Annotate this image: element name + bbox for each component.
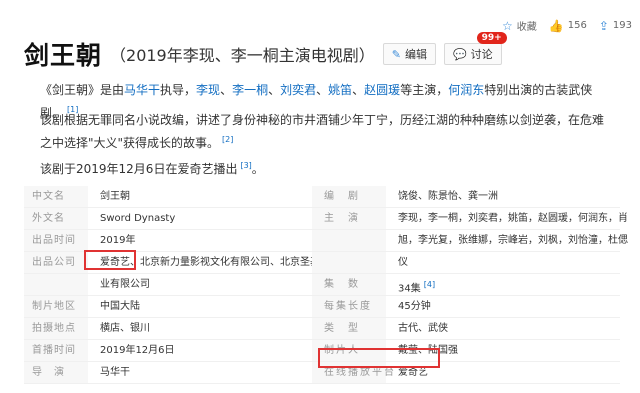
summary-text: 该剧于2019年12月6日在爱奇艺播出: [40, 162, 238, 176]
info-value: 马华干: [100, 367, 130, 378]
info-key: [312, 230, 386, 251]
info-key: 类 型: [312, 318, 386, 339]
discuss-label: 讨论: [470, 48, 493, 61]
info-value: 仪: [398, 257, 408, 268]
info-row: 出品时间 2019年 旭，李光复，张维娜，宗峰岩，刘枫，刘怡潼，杜偲: [24, 230, 628, 252]
info-row: 业有限公司 集 数 34集 [4]: [24, 274, 620, 296]
summary-text: 该剧根据无罪同名小说改编，讲述了身份神秘的市井酒铺少年丁宁，历经江湖的种种磨练以…: [40, 113, 605, 150]
share-button[interactable]: ⇪ 193: [599, 19, 632, 33]
page-title: 剑王朝: [24, 41, 103, 70]
summary-text: 执导，: [160, 83, 197, 97]
discuss-badge: 99+: [476, 32, 507, 44]
info-key: 拍摄地点: [24, 318, 88, 339]
separator: 、: [352, 83, 365, 97]
thumbs-up-icon: 👍: [548, 18, 564, 33]
summary-text: 《剑王朝》是由: [40, 83, 125, 97]
info-value: 剑王朝: [100, 191, 130, 202]
page-subtitle: （2019年李现、李一桐主演电视剧）: [110, 46, 375, 65]
discuss-button[interactable]: 💬 讨论 99+: [443, 32, 507, 65]
info-key: [312, 252, 386, 273]
actor-link[interactable]: 姚笛: [328, 83, 352, 97]
info-value: 2019年: [100, 235, 136, 246]
episode-count: 34集: [398, 283, 421, 295]
info-row: 拍摄地点 横店、银川 类 型 古代、武侠: [24, 318, 620, 340]
separator: 、: [268, 83, 281, 97]
info-value: 横店、银川: [100, 323, 150, 334]
edit-button[interactable]: ✎ 编辑: [382, 43, 436, 65]
star-icon: ☆: [502, 18, 513, 33]
collect-button[interactable]: ☆ 收藏: [502, 18, 537, 34]
reference-link[interactable]: [2]: [222, 135, 233, 144]
separator: 、: [220, 83, 233, 97]
info-row: 中文名 剑王朝 编 剧 饶俊、陈景怡、龚一洲: [24, 186, 620, 208]
chat-icon: 💬: [452, 47, 467, 61]
reference-link[interactable]: [3]: [240, 161, 251, 170]
actor-link[interactable]: 刘奕君: [280, 83, 316, 97]
collect-label: 收藏: [516, 22, 537, 33]
info-key: 外文名: [24, 208, 88, 229]
separator: 、: [316, 83, 329, 97]
info-key: 主 演: [312, 208, 386, 229]
summary-paragraph-2: 该剧根据无罪同名小说改编，讲述了身份神秘的市井酒铺少年丁宁，历经江湖的种种磨练以…: [40, 110, 610, 153]
summary-paragraph-3: 该剧于2019年12月6日在爱奇艺播出 [3]。: [40, 156, 610, 179]
highlight-box-producer: [84, 250, 136, 270]
info-key: [24, 274, 88, 295]
summary-text: 。: [251, 162, 264, 176]
info-key: 制片地区: [24, 296, 88, 317]
like-button[interactable]: 👍 156: [549, 19, 587, 33]
info-key: 每集长度: [312, 296, 386, 317]
info-value: 古代、武侠: [398, 323, 448, 334]
actor-link[interactable]: 赵圆瑗: [364, 83, 400, 97]
info-row: 外文名 Sword Dynasty 主 演 李现，李一桐，刘奕君，姚笛，赵圆瑗，…: [24, 208, 628, 230]
reference-link[interactable]: [4]: [424, 280, 435, 289]
info-value: 34集 [4]: [386, 274, 620, 295]
summary-text: 等主演，: [400, 83, 449, 97]
info-key: 中文名: [24, 186, 88, 207]
pencil-icon: ✎: [391, 47, 401, 61]
info-key: 出品时间: [24, 230, 88, 251]
share-count: 193: [612, 20, 632, 31]
like-count: 156: [567, 20, 587, 31]
info-key: 出品公司: [24, 252, 88, 273]
page-actions: ☆ 收藏 👍 156 ⇪ 193: [490, 18, 632, 34]
guest-actor-link[interactable]: 何润东: [448, 83, 484, 97]
title-row: 剑王朝 （2019年李现、李一桐主演电视剧） ✎ 编辑 💬 讨论 99+: [24, 32, 507, 72]
info-value: 中国大陆: [100, 301, 140, 312]
info-key: 集 数: [312, 274, 386, 295]
info-value: Sword Dynasty: [100, 213, 176, 224]
info-key: 编 剧: [312, 186, 386, 207]
director-link[interactable]: 马华干: [124, 83, 160, 97]
info-key: 导 演: [24, 362, 88, 383]
info-value: 2019年12月6日: [100, 345, 175, 356]
info-row: 制片地区 中国大陆 每集长度 45分钟: [24, 296, 620, 318]
info-value: 业有限公司: [100, 279, 150, 290]
actor-link[interactable]: 李现: [196, 83, 220, 97]
info-value: 饶俊、陈景怡、龚一洲: [398, 191, 498, 202]
info-value: 旭，李光复，张维娜，宗峰岩，刘枫，刘怡潼，杜偲: [398, 235, 628, 246]
info-value: 45分钟: [398, 301, 431, 312]
edit-label: 编辑: [404, 48, 427, 61]
info-value: 李现，李一桐，刘奕君，姚笛，赵圆瑗，何润东，肖: [398, 213, 628, 224]
info-key: 首播时间: [24, 340, 88, 361]
share-icon: ⇪: [598, 18, 609, 33]
actor-link[interactable]: 李一桐: [232, 83, 268, 97]
highlight-box-platform: [318, 348, 440, 368]
